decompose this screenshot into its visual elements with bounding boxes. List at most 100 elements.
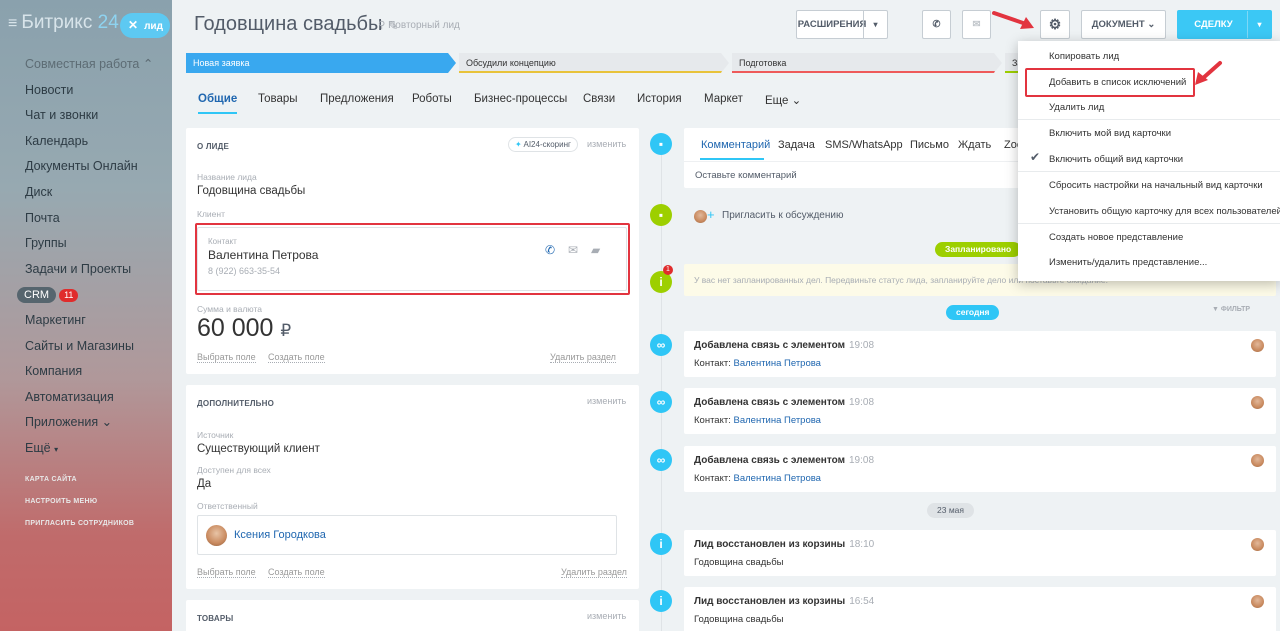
- composer-tab-email[interactable]: Письмо: [910, 139, 949, 151]
- sidebar-item-company[interactable]: Компания: [0, 359, 172, 385]
- tab-history[interactable]: История: [637, 93, 682, 105]
- invite-to-discussion[interactable]: Пригласить к обсуждению: [722, 210, 843, 221]
- menu-item-common-view[interactable]: Включить общий вид карточки: [1049, 154, 1183, 165]
- entry-title: Добавлена связь с элементом 19:08: [694, 397, 874, 408]
- responsible-block[interactable]: Ксения Городкова: [197, 515, 617, 555]
- avatar: [1251, 396, 1264, 409]
- filter-button[interactable]: ▼ ФИЛЬТР: [1212, 306, 1250, 313]
- menu-item-set-common-card[interactable]: Установить общую карточку для всех польз…: [1049, 206, 1280, 217]
- comment-input[interactable]: Оставьте комментарий: [695, 170, 797, 181]
- entry-title: Добавлена связь с элементом 19:08: [694, 455, 874, 466]
- sidebar-item-groups[interactable]: Группы: [0, 231, 172, 257]
- menu-item-copy-lead[interactable]: Копировать лид: [1049, 51, 1119, 62]
- entry-title: Лид восстановлен из корзины 16:54: [694, 596, 874, 607]
- edit-additional-link[interactable]: изменить: [587, 396, 626, 406]
- sidebar-item-crm[interactable]: CRM 11: [0, 282, 172, 308]
- bitrix-logo[interactable]: ≡ Битрикс 24: [8, 12, 119, 34]
- entry-contact-link[interactable]: Валентина Петрова: [734, 415, 821, 426]
- sidebar-item-more[interactable]: Ещё ▾: [0, 436, 172, 462]
- menu-item-my-view[interactable]: Включить мой вид карточки: [1049, 128, 1171, 139]
- tab-links[interactable]: Связи: [583, 93, 615, 105]
- entry-time: 16:54: [849, 596, 875, 607]
- sitemap-link[interactable]: КАРТА САЙТА: [25, 476, 77, 483]
- entry-time: 19:08: [848, 397, 875, 408]
- lead-name-label: Название лида: [197, 172, 257, 182]
- invite-employees-link[interactable]: ПРИГЛАСИТЬ СОТРУДНИКОВ: [25, 520, 134, 527]
- composer-tab-comment[interactable]: Комментарий: [701, 139, 770, 151]
- sidebar-item-tasks[interactable]: Задачи и Проекты: [0, 257, 172, 283]
- sidebar-item-chat[interactable]: Чат и звонки: [0, 103, 172, 129]
- tab-offers[interactable]: Предложения: [320, 93, 394, 105]
- logo-number: 24: [97, 12, 119, 33]
- tab-more-label: Еще: [765, 95, 789, 107]
- menu-item-reset-view[interactable]: Сбросить настройки на начальный вид карт…: [1049, 180, 1263, 191]
- stage-preparation[interactable]: Подготовка: [732, 53, 1002, 73]
- edit-lead-link[interactable]: изменить: [587, 139, 626, 149]
- sidebar-item-news[interactable]: Новости: [0, 78, 172, 104]
- configure-menu-link[interactable]: НАСТРОИТЬ МЕНЮ: [25, 498, 97, 505]
- tab-market[interactable]: Маркет: [704, 93, 743, 105]
- source-label: Источник: [197, 430, 234, 440]
- sidebar-item-docs[interactable]: Документы Онлайн: [0, 154, 172, 180]
- close-icon[interactable]: ✕: [128, 18, 138, 32]
- sidebar-item-disk[interactable]: Диск: [0, 180, 172, 206]
- entry-sub-label: Контакт:: [694, 473, 731, 484]
- responsible-name[interactable]: Ксения Городкова: [234, 529, 326, 541]
- additional-heading: ДОПОЛНИТЕЛЬНО: [197, 399, 275, 408]
- entry-time: 18:10: [849, 539, 875, 550]
- email-button[interactable]: ✉: [962, 10, 991, 39]
- ai-icon: ✦: [515, 140, 522, 149]
- dropdown-arrow-icon[interactable]: ▾: [863, 11, 887, 38]
- composer-tab-sms[interactable]: SMS/WhatsApp: [825, 139, 903, 151]
- today-badge: сегодня: [946, 305, 1000, 320]
- create-deal-button[interactable]: СДЕЛКУ ▾: [1177, 10, 1272, 39]
- menu-item-new-view[interactable]: Создать новое представление: [1049, 232, 1183, 243]
- stage-concept-discussed[interactable]: Обсудили концепцию: [459, 53, 729, 73]
- page-subtitle: ⚲ Повторный лид: [378, 20, 460, 31]
- edit-goods-link[interactable]: изменить: [587, 611, 626, 621]
- tab-business-processes[interactable]: Бизнес-процессы: [474, 93, 567, 105]
- additional-info-card: ДОПОЛНИТЕЛЬНО изменить Источник Существу…: [186, 385, 639, 589]
- settings-gear-button[interactable]: ⚙: [1040, 10, 1070, 39]
- choose-field-link[interactable]: Выбрать поле: [197, 567, 256, 578]
- lead-close-pill[interactable]: ✕ лид: [120, 13, 170, 38]
- tab-general[interactable]: Общие: [198, 93, 238, 114]
- tab-more[interactable]: Еще ⌄: [765, 93, 801, 107]
- menu-item-edit-view[interactable]: Изменить/удалить представление...: [1049, 257, 1207, 268]
- checkmark-icon: ✔: [1030, 150, 1041, 164]
- ai-scoring-label: AI24-скоринг: [523, 140, 571, 149]
- sidebar-item-apps[interactable]: Приложения ⌄: [0, 410, 172, 436]
- ai-scoring-badge[interactable]: ✦ AI24-скоринг: [508, 137, 578, 152]
- sidebar-item-calendar[interactable]: Календарь: [0, 129, 172, 155]
- tab-robots[interactable]: Роботы: [412, 93, 452, 105]
- create-field-link[interactable]: Создать поле: [268, 352, 325, 363]
- document-button[interactable]: ДОКУМЕНТ ⌄: [1081, 10, 1166, 39]
- sidebar-item-mail[interactable]: Почта: [0, 206, 172, 232]
- burger-menu-icon[interactable]: ≡: [8, 15, 17, 32]
- active-tab-indicator: [700, 158, 764, 160]
- choose-field-link[interactable]: Выбрать поле: [197, 352, 256, 363]
- sidebar-item-sites[interactable]: Сайты и Магазины: [0, 334, 172, 360]
- sidebar-item-automation[interactable]: Автоматизация: [0, 385, 172, 411]
- sidebar-item-marketing[interactable]: Маркетинг: [0, 308, 172, 334]
- tab-goods[interactable]: Товары: [258, 93, 298, 105]
- entry-contact-link[interactable]: Валентина Петрова: [734, 473, 821, 484]
- notification-badge: 1: [663, 265, 673, 275]
- extensions-button[interactable]: РАСШИРЕНИЯ ▾: [796, 10, 888, 39]
- delete-section-link[interactable]: Удалить раздел: [561, 567, 627, 578]
- sidebar-item-collab[interactable]: Совместная работа ⌃: [0, 52, 172, 78]
- dropdown-arrow-icon[interactable]: ▾: [1247, 11, 1271, 38]
- composer-tab-task[interactable]: Задача: [778, 139, 815, 151]
- phone-icon: ✆: [932, 19, 941, 30]
- composer-tab-wait[interactable]: Ждать: [958, 139, 991, 151]
- phone-button[interactable]: ✆: [922, 10, 951, 39]
- add-person-icon[interactable]: +: [707, 207, 715, 222]
- entry-title: Добавлена связь с элементом 19:08: [694, 340, 874, 351]
- menu-item-delete-lead[interactable]: Удалить лид: [1049, 102, 1104, 113]
- stage-label: Новая заявка: [193, 58, 250, 68]
- stage-new-request[interactable]: Новая заявка: [186, 53, 456, 73]
- entry-title-text: Добавлена связь с элементом: [694, 397, 845, 408]
- entry-contact-link[interactable]: Валентина Петрова: [734, 358, 821, 369]
- delete-section-link[interactable]: Удалить раздел: [550, 352, 616, 363]
- create-field-link[interactable]: Создать поле: [268, 567, 325, 578]
